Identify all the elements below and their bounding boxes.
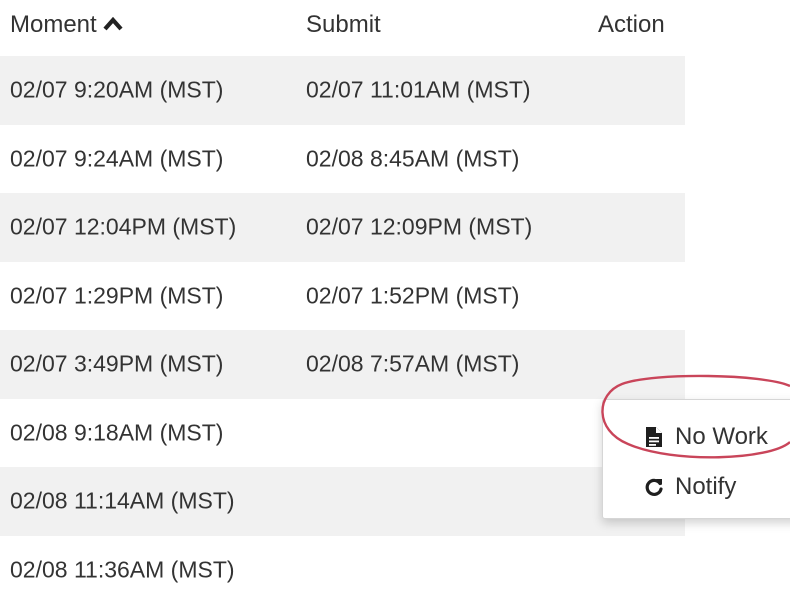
moment-header-label: Moment	[10, 11, 97, 38]
menu-item-notify[interactable]: Notify	[603, 462, 790, 512]
table-row: 02/07 1:29PM (MST) 02/07 1:52PM (MST)	[0, 262, 685, 331]
submit-column-header[interactable]: Submit	[306, 11, 381, 39]
moment-column-header[interactable]: Moment	[10, 11, 123, 39]
menu-item-label: No Work	[675, 423, 768, 451]
submissions-table: Moment Submit Action 02/07 9:20AM (MST) …	[0, 0, 685, 604]
moment-cell: 02/07 3:49PM (MST)	[10, 351, 223, 378]
file-icon	[641, 426, 667, 448]
menu-item-label: Notify	[675, 473, 736, 501]
moment-cell: 02/08 11:14AM (MST)	[10, 488, 235, 515]
table-row: 02/07 12:04PM (MST) 02/07 12:09PM (MST)	[0, 193, 685, 262]
submit-cell: 02/08 7:57AM (MST)	[306, 351, 519, 378]
table-row: 02/07 9:20AM (MST) 02/07 11:01AM (MST)	[0, 56, 685, 125]
sort-ascending-icon	[103, 10, 123, 38]
moment-cell: 02/07 1:29PM (MST)	[10, 282, 223, 309]
submit-cell: 02/07 11:01AM (MST)	[306, 77, 531, 104]
action-column-header: Action	[598, 11, 665, 39]
moment-cell: 02/07 9:24AM (MST)	[10, 145, 223, 172]
refresh-icon	[641, 477, 667, 497]
table-row: 02/08 11:36AM (MST)	[0, 536, 685, 604]
table-row: 02/08 9:18AM (MST)	[0, 399, 685, 468]
action-dropdown-menu: No Work Notify	[602, 399, 790, 519]
table-header: Moment Submit Action	[0, 0, 685, 56]
table-row: 02/07 3:49PM (MST) 02/08 7:57AM (MST)	[0, 330, 685, 399]
table-row: 02/07 9:24AM (MST) 02/08 8:45AM (MST)	[0, 125, 685, 194]
moment-cell: 02/07 9:20AM (MST)	[10, 77, 223, 104]
table-row: 02/08 11:14AM (MST)	[0, 467, 685, 536]
submit-cell: 02/07 1:52PM (MST)	[306, 282, 519, 309]
submit-cell: 02/08 8:45AM (MST)	[306, 145, 519, 172]
menu-item-no-work[interactable]: No Work	[603, 412, 790, 462]
moment-cell: 02/07 12:04PM (MST)	[10, 214, 236, 241]
moment-cell: 02/08 9:18AM (MST)	[10, 419, 223, 446]
moment-cell: 02/08 11:36AM (MST)	[10, 556, 235, 583]
submit-cell: 02/07 12:09PM (MST)	[306, 214, 532, 241]
